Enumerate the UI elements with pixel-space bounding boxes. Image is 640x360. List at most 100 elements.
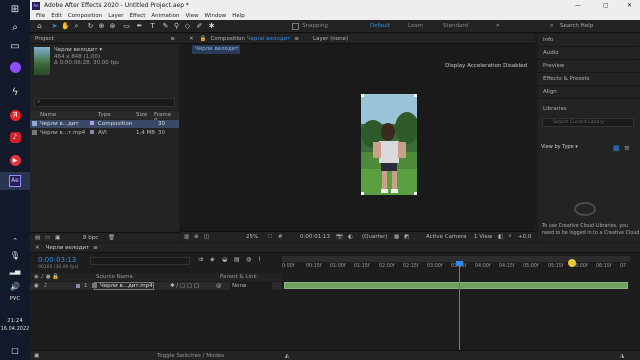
menu-file[interactable]: File [36,13,45,19]
playhead[interactable] [456,261,463,360]
fit-icon[interactable]: ⛶ [268,234,272,241]
puppet-tool-icon[interactable]: ✱ [207,22,216,31]
workspace-default[interactable]: Default [370,23,390,29]
comp-viewer-frame[interactable] [361,94,417,195]
eraser-tool-icon[interactable]: ◇ [183,22,192,31]
bbox-handle[interactable] [361,94,364,97]
comp-tab-name[interactable]: Черли велодит [247,36,291,42]
timeline-search-input[interactable] [90,257,190,265]
home-icon[interactable]: ⌂ [35,22,44,31]
new-folder-icon[interactable]: ▭ [45,235,50,241]
show-snapshot-icon[interactable]: ◐ [348,234,353,240]
col-type[interactable]: Type [98,112,111,118]
col-name[interactable]: Name [40,112,56,118]
minimize-button[interactable]: — [575,2,581,9]
music-app-icon[interactable]: ♪ [0,128,30,146]
project-row[interactable]: Черли в...т.mp4 AVI 1,4 MB 30 [30,129,179,137]
clone-stamp-tool-icon[interactable]: ⚲ [172,22,181,31]
timeline-menu-icon[interactable]: ≡ [93,245,98,251]
comp-menu-icon[interactable]: ≡ [294,36,299,42]
project-tab[interactable]: Project [35,36,54,42]
interpret-footage-icon[interactable]: ▤ [35,235,40,241]
col-size[interactable]: Size [136,112,147,118]
always-preview-icon[interactable]: ▥ [184,234,189,240]
language-indicator[interactable]: РУС [0,296,30,302]
layer-name[interactable]: Черли в...дит.mp4 [94,282,154,290]
label-color-icon[interactable] [90,121,94,125]
brush-tool-icon[interactable]: ✎ [161,22,170,31]
bpc-label[interactable]: 8 bpc [83,235,98,241]
search-help-field[interactable]: Search Help [560,23,593,29]
type-tool-icon[interactable]: T [148,22,157,31]
pixel-aspect-icon[interactable]: ◧ [498,234,503,240]
clock-date[interactable]: 16.04.2022 [0,326,30,332]
windows-start-icon[interactable]: ⊞ [0,0,30,18]
fast-preview-icon[interactable]: ⚡ [508,234,512,240]
col-parent-link[interactable]: Parent & Link [220,274,257,280]
menu-effect[interactable]: Effect [130,13,146,19]
pan-behind-tool-icon[interactable]: ⊛ [108,22,117,31]
transparency-grid-icon[interactable]: ▦ [394,234,399,240]
timeline-close-icon[interactable]: ✕ [35,245,40,251]
comp-mini-flowchart-icon[interactable]: ⇉ [198,256,203,263]
workspaces-more-icon[interactable]: » [496,22,500,29]
parent-select[interactable]: None [230,282,272,290]
pick-whip-icon[interactable]: @ [216,283,222,289]
align-panel[interactable]: Align [538,86,638,99]
rectangle-tool-icon[interactable]: ▭ [122,22,131,31]
view-layout-select[interactable]: 1 View [474,234,492,240]
libraries-search-input[interactable]: Search Current Library [542,118,634,127]
menu-help[interactable]: Help [232,13,245,19]
audio-panel[interactable]: Audio [538,47,638,60]
resolution-select[interactable]: (Quarter) [362,234,388,240]
bbox-handle[interactable] [414,94,417,97]
av-features-icon[interactable]: ◉ ♪ ● 🔒 [34,274,59,280]
pen-tool-icon[interactable]: ✒ [135,22,144,31]
project-item-name[interactable]: Черли велодит ▾ [54,47,102,53]
after-effects-taskbar-icon[interactable]: Ae [0,172,30,190]
clock-time[interactable]: 21:24 [0,318,30,324]
project-search-input[interactable]: ⌕ [34,98,175,107]
region-icon[interactable]: ◫ [204,234,209,240]
audio-icon[interactable]: ♪ [44,283,48,289]
layer-label-icon[interactable] [76,284,80,288]
lightning-app-icon[interactable]: ϟ [0,83,30,101]
3d-view-icon[interactable]: ◩ [404,234,409,240]
trash-icon[interactable]: 🗑 [108,235,115,241]
comp-close-icon[interactable]: ✕ [189,36,194,42]
label-color-icon[interactable] [90,130,94,134]
layer-row[interactable]: ◉ ♪ 1 Черли в...дит.mp4 ✱ ∕ ▢ ▢ ▢ @ None [30,282,282,290]
workspace-learn[interactable]: Learn [408,23,423,29]
notifications-icon[interactable]: ▢ [0,341,30,359]
view-by-type-select[interactable]: View by Type ▾ [541,144,578,150]
menu-window[interactable]: Window [205,13,227,19]
proxy-icon[interactable]: ⊕ [194,234,199,240]
layer-duration-bar[interactable] [284,282,628,289]
hand-tool-icon[interactable]: ✋ [61,22,70,31]
zoom-out-icon[interactable]: ◭ [285,353,289,359]
menu-animation[interactable]: Animation [151,13,179,19]
exposure-value[interactable]: +0,0 [518,234,531,240]
snapshot-icon[interactable]: 📷 [336,234,343,240]
draft-3d-icon[interactable]: ◈ [210,256,215,263]
comp-sub-tab[interactable]: Черли велодит [192,45,240,54]
lock-icon[interactable]: 🔒 [200,36,207,42]
bbox-handle[interactable] [361,192,364,195]
effects-presets-panel[interactable]: Effects & Presets [538,73,638,86]
layer-switches-toggle-icon[interactable]: ▣ [34,353,39,359]
close-button[interactable]: ✕ [627,2,632,9]
snapping-checkbox[interactable] [292,23,299,30]
grid-icon[interactable]: # [278,234,283,240]
volume-icon[interactable]: 🔊 [0,277,30,295]
project-row[interactable]: Черли в...дит Composition 30 [30,120,179,128]
toggle-switches-modes[interactable]: Toggle Switches / Modes [157,353,224,359]
current-time-display[interactable]: 0:00:01:13 [300,234,330,240]
menu-composition[interactable]: Composition [68,13,102,19]
playhead-handle[interactable] [456,261,463,266]
menu-view[interactable]: View [185,13,198,19]
frame-blending-icon[interactable]: ▤ [234,256,240,263]
info-panel[interactable]: Info [538,34,638,47]
zoom-in-icon[interactable]: ◮ [620,353,624,359]
motion-blur-icon[interactable]: ◍ [246,256,251,263]
menu-edit[interactable]: Edit [51,13,62,19]
